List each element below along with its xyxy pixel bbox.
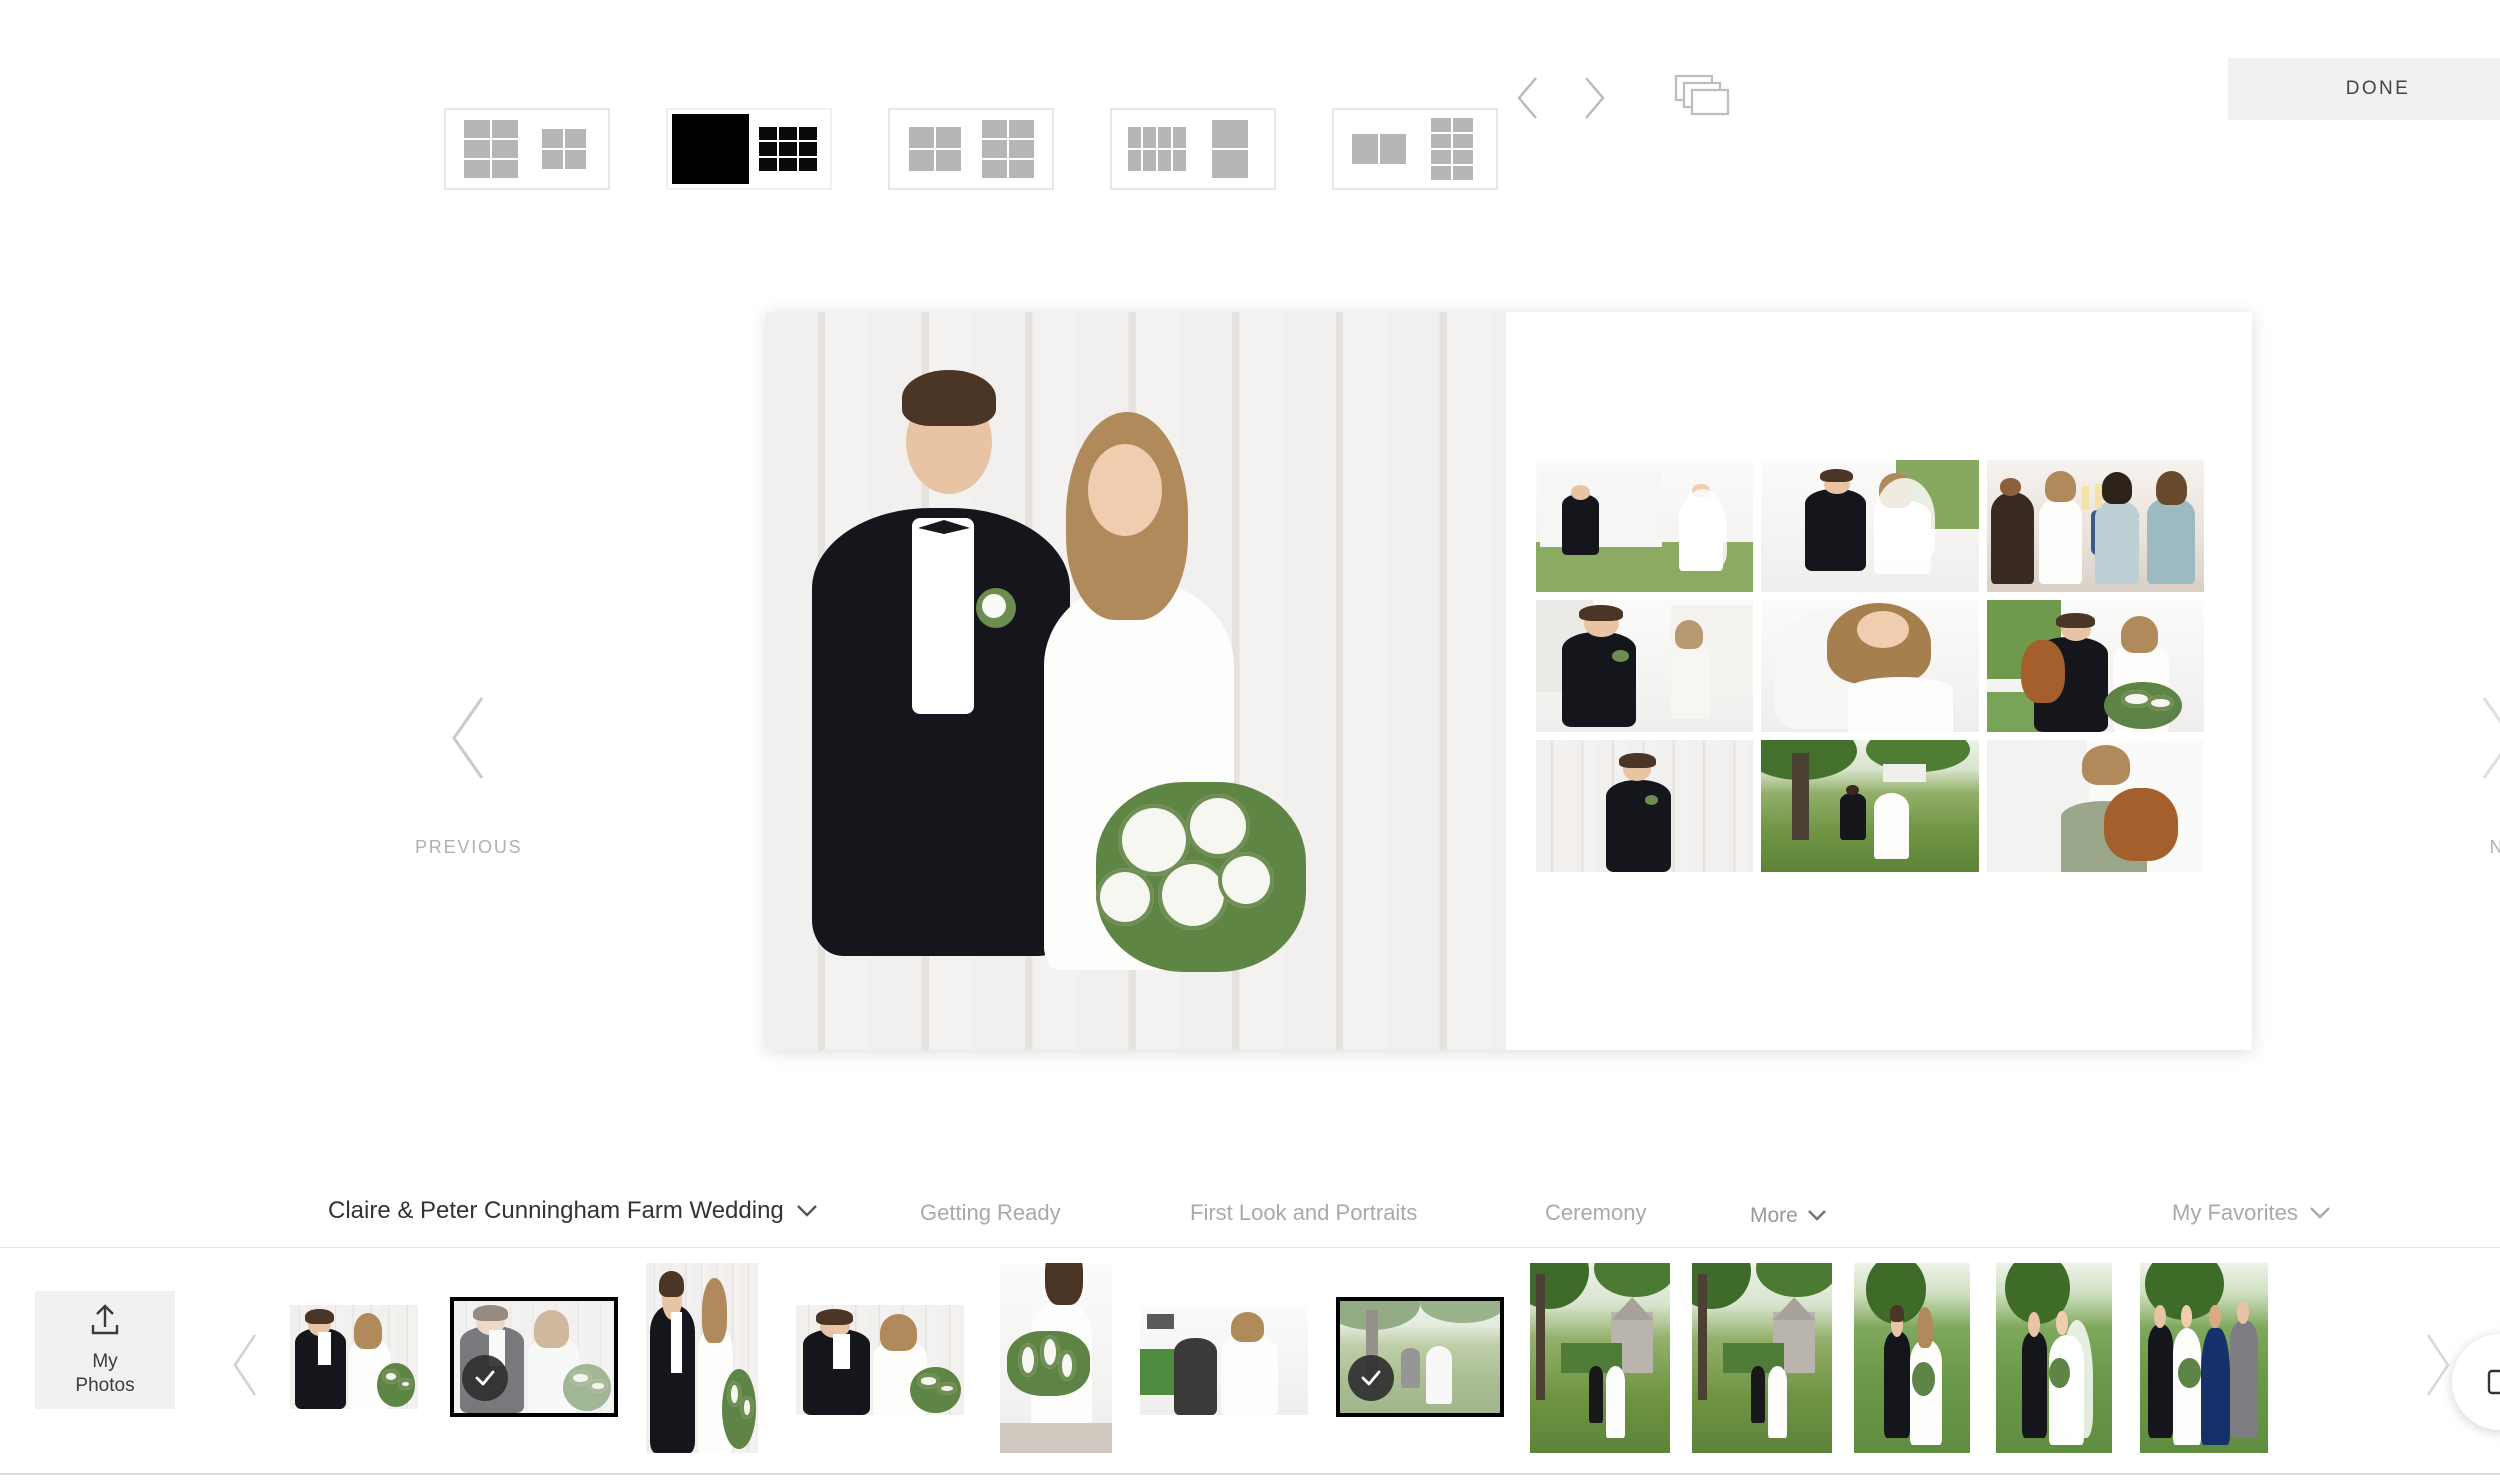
chevron-right-icon xyxy=(2470,690,2500,791)
thumb-couple-lawn-2[interactable] xyxy=(1996,1263,2112,1453)
thumb-couple-siding-4[interactable] xyxy=(796,1305,964,1415)
album-title-dropdown[interactable]: Claire & Peter Cunningham Farm Wedding xyxy=(328,1197,818,1225)
my-favorites-dropdown[interactable]: My Favorites xyxy=(2172,1200,2331,1226)
bride-veil-portrait[interactable] xyxy=(1761,600,1979,732)
thumb-barn-lawn-2[interactable] xyxy=(1692,1263,1832,1453)
page-navigation-group xyxy=(1510,72,1732,124)
previous-spread-button[interactable]: PREVIOUS xyxy=(415,690,522,858)
check-icon[interactable] xyxy=(1348,1355,1394,1401)
upload-icon xyxy=(87,1303,123,1342)
layout-template-2[interactable] xyxy=(666,108,832,190)
chevron-down-icon xyxy=(796,1197,818,1225)
groom-portrait-bride-behind[interactable] xyxy=(1536,600,1754,732)
couple-holding-hands-veil[interactable] xyxy=(1761,460,1979,592)
thumb-couple-siding-2[interactable] xyxy=(450,1297,618,1417)
layout-template-5[interactable] xyxy=(1332,108,1498,190)
nine-photo-grid[interactable] xyxy=(1536,460,2204,872)
chevron-left-icon xyxy=(442,690,496,791)
more-label: More xyxy=(1750,1204,1798,1227)
couple-walking-away-lawn[interactable] xyxy=(1761,740,1979,872)
stacked-pages-icon[interactable] xyxy=(1674,73,1732,124)
thumb-couple-siding-3[interactable] xyxy=(646,1263,758,1453)
category-link-2[interactable]: First Look and Portraits xyxy=(1190,1200,1417,1226)
filmstrip-next-button[interactable] xyxy=(2418,1329,2458,1406)
filmstrip-previous-button[interactable] xyxy=(225,1329,265,1406)
layout-template-1[interactable] xyxy=(444,108,610,190)
couple-with-dog-bouquet[interactable] xyxy=(1986,600,2204,732)
thumb-couple-lawn-1[interactable] xyxy=(1854,1263,1970,1453)
bride-holding-dog[interactable] xyxy=(1986,740,2204,872)
done-button[interactable]: DONE xyxy=(2228,58,2500,120)
thumb-couple-siding-1[interactable] xyxy=(290,1305,418,1409)
my-photos-upload-button[interactable]: My Photos xyxy=(35,1291,175,1409)
chevron-right-icon[interactable] xyxy=(1576,72,1612,124)
category-link-1[interactable]: Getting Ready xyxy=(920,1200,1061,1226)
filmstrip-thumbnails[interactable] xyxy=(280,1249,2390,1475)
photo-filmstrip: My Photos xyxy=(0,1249,2500,1475)
my-favorites-label: My Favorites xyxy=(2172,1200,2298,1225)
thumb-bride-bouquet[interactable] xyxy=(1000,1263,1112,1453)
top-toolbar: DONE xyxy=(0,0,2500,200)
bridesmaids-champagne-toast[interactable] xyxy=(1986,460,2204,592)
layout-template-4[interactable] xyxy=(1110,108,1276,190)
groom-buttoning-jacket[interactable] xyxy=(1536,740,1754,872)
previous-spread-label: PREVIOUS xyxy=(415,837,523,857)
chevron-down-icon xyxy=(1807,1204,1827,1228)
thumb-walking-lawn[interactable] xyxy=(1336,1297,1504,1417)
first-look-groom-waiting[interactable] xyxy=(1536,460,1754,592)
thumb-family-group[interactable] xyxy=(2140,1263,2268,1453)
layout-template-picker[interactable] xyxy=(444,108,1498,190)
more-categories-dropdown[interactable]: More xyxy=(1750,1204,1827,1228)
album-title-label: Claire & Peter Cunningham Farm Wedding xyxy=(328,1197,784,1224)
done-button-label: DONE xyxy=(2345,78,2411,99)
spread-right-page[interactable] xyxy=(1506,312,2252,1050)
next-spread-button[interactable]: N xyxy=(2470,690,2500,858)
chevron-down-icon xyxy=(2309,1200,2331,1226)
check-icon[interactable] xyxy=(462,1355,508,1401)
spread-left-page[interactable] xyxy=(766,312,1506,1050)
thumb-couple-indoor[interactable] xyxy=(1140,1305,1308,1415)
layout-template-3[interactable] xyxy=(888,108,1054,190)
thumb-barn-lawn-1[interactable] xyxy=(1530,1263,1670,1453)
bride-and-groom-full-bleed-portrait[interactable] xyxy=(766,312,1506,1050)
my-photos-label: My Photos xyxy=(75,1351,135,1396)
gallery-navigation-bar: Claire & Peter Cunningham Farm Wedding G… xyxy=(0,1180,2500,1248)
album-spread-canvas[interactable] xyxy=(766,312,2252,1050)
category-link-3[interactable]: Ceremony xyxy=(1545,1200,1646,1226)
next-spread-label: N xyxy=(2489,837,2500,857)
chevron-left-icon[interactable] xyxy=(1510,72,1546,124)
